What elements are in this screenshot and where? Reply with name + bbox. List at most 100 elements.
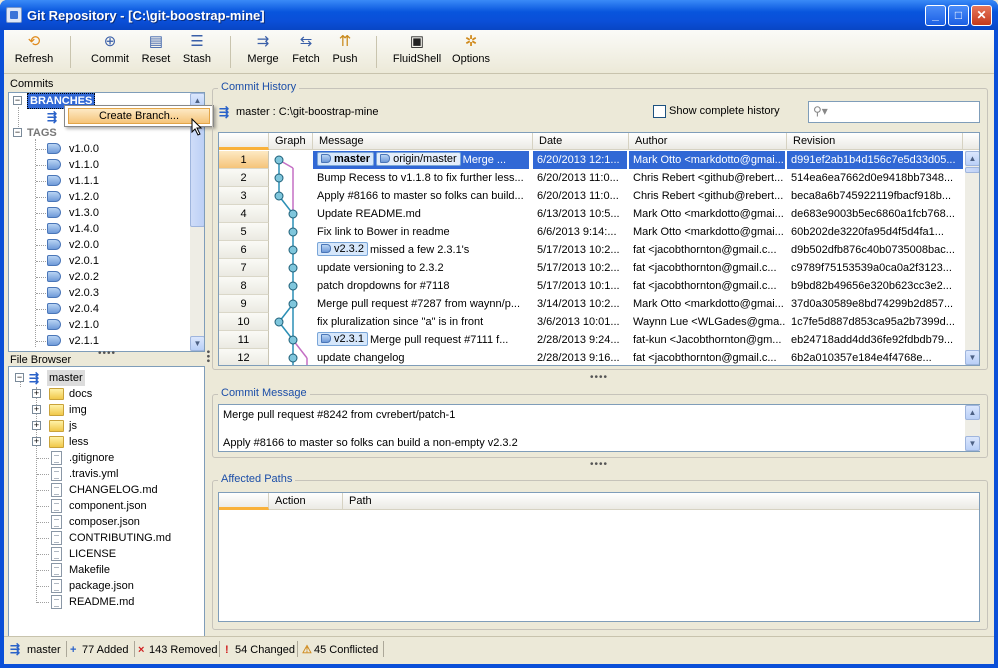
row-number: 4 bbox=[219, 205, 269, 223]
table-row[interactable]: 9 Merge pull request #7287 from waynn/p..… bbox=[219, 295, 965, 313]
message-text: Merge pull request #7287 from waynn/p... bbox=[317, 298, 521, 310]
stash-button[interactable]: ☰ Stash bbox=[180, 32, 214, 72]
push-button[interactable]: ⇈ Push bbox=[330, 32, 360, 72]
message-text: missed a few 2.3.1's bbox=[369, 244, 470, 256]
row-number: 10 bbox=[219, 313, 269, 331]
show-complete-history-checkbox[interactable] bbox=[653, 105, 666, 118]
tree-guide bbox=[36, 213, 46, 214]
author-cell: Mark Otto <markdotto@gmai... bbox=[629, 151, 785, 169]
table-row[interactable]: 2 Bump Recess to v1.1.8 to fix further le… bbox=[219, 169, 965, 187]
commits-tree[interactable]: − BRANCHES ⇶ − TAGS v1.0.0 v1.1.0 v1.1.1 v1… bbox=[8, 92, 205, 352]
commit-message-text[interactable]: Merge pull request #8242 from cvrebert/p… bbox=[218, 404, 980, 452]
action-column-header[interactable]: Action bbox=[269, 493, 343, 510]
file-browser-tree[interactable]: − ⇶ master + docs + img + js + less .gitignore.… bbox=[8, 366, 205, 658]
fetch-button[interactable]: ⇆ Fetch bbox=[290, 32, 322, 72]
folder-label: less bbox=[69, 436, 89, 448]
scroll-up-button[interactable]: ▲ bbox=[965, 405, 980, 420]
reset-icon: ▤ bbox=[148, 33, 164, 50]
expand-toggle[interactable]: + bbox=[32, 405, 41, 414]
graph-column-header[interactable]: Graph bbox=[269, 133, 313, 150]
close-button[interactable]: ✕ bbox=[971, 5, 992, 26]
scroll-up-button[interactable]: ▲ bbox=[965, 151, 979, 166]
splitter-handle[interactable]: •••• bbox=[98, 348, 116, 359]
toolbar-separator bbox=[70, 36, 71, 68]
revision-column-header[interactable]: Revision bbox=[787, 133, 963, 150]
tag-icon bbox=[47, 159, 61, 170]
scroll-down-button[interactable]: ▼ bbox=[965, 350, 979, 365]
minimize-button[interactable]: _ bbox=[925, 5, 946, 26]
message-column-header[interactable]: Message bbox=[313, 133, 533, 150]
toolbar-separator bbox=[230, 36, 231, 68]
collapse-toggle[interactable]: − bbox=[15, 373, 24, 382]
table-row[interactable]: 4 Update README.md 6/13/2013 10:5... Mark O… bbox=[219, 205, 965, 223]
date-column-header[interactable]: Date bbox=[533, 133, 629, 150]
row-number: 2 bbox=[219, 169, 269, 187]
merge-button[interactable]: ⇉ Merge bbox=[246, 32, 280, 72]
date-cell: 6/6/2013 9:14:... bbox=[537, 226, 617, 238]
table-row[interactable]: 1 master origin/master Merge ... 6/20/2013 1… bbox=[219, 151, 965, 169]
table-row[interactable]: 11 v2.3.1 Merge pull request #7111 f... 2/2… bbox=[219, 331, 965, 349]
folder-label: docs bbox=[69, 388, 93, 400]
title-bar[interactable]: Git Repository - [C:\git-boostrap-mine] … bbox=[0, 0, 998, 30]
file-icon bbox=[51, 451, 62, 465]
commits-panel-label: Commits bbox=[10, 78, 54, 90]
file-label: .gitignore bbox=[69, 452, 115, 464]
tree-guide bbox=[37, 490, 49, 491]
table-row[interactable]: 3 Apply #8166 to master so folks can buil… bbox=[219, 187, 965, 205]
splitter-handle[interactable]: •••• bbox=[590, 459, 608, 470]
commit-table[interactable]: Graph Message Date Author Revision 1 mast… bbox=[218, 132, 980, 366]
tag-icon bbox=[47, 239, 61, 250]
tag-label: v2.1.0 bbox=[69, 319, 99, 331]
maximize-button[interactable]: □ bbox=[948, 5, 969, 26]
expand-toggle[interactable]: + bbox=[32, 437, 41, 446]
tag-label: v1.3.0 bbox=[69, 207, 99, 219]
message-cell: patch dropdowns for #7118 bbox=[313, 277, 529, 295]
scroll-down-button[interactable]: ▼ bbox=[965, 436, 980, 451]
collapse-toggle[interactable]: − bbox=[13, 96, 22, 105]
table-row[interactable]: 5 Fix link to Bower in readme 6/6/2013 9:1… bbox=[219, 223, 965, 241]
author-cell: Mark Otto <markdotto@gmai... bbox=[633, 208, 784, 220]
commit-button[interactable]: ⊕ Commit bbox=[90, 32, 130, 72]
search-input[interactable]: ⚲▾ bbox=[808, 101, 980, 123]
history-scrollbar[interactable]: ▲ ▼ bbox=[965, 151, 979, 365]
path-column-header[interactable]: Path bbox=[343, 493, 979, 510]
table-row[interactable]: 7 update versioning to 2.3.2 5/17/2013 10:… bbox=[219, 259, 965, 277]
scroll-down-button[interactable]: ▼ bbox=[190, 336, 204, 351]
file-icon bbox=[51, 563, 62, 577]
row-number: 3 bbox=[219, 187, 269, 205]
message-text: patch dropdowns for #7118 bbox=[317, 280, 450, 292]
table-row[interactable]: 8 patch dropdowns for #7118 5/17/2013 10:1… bbox=[219, 277, 965, 295]
fluidshell-button[interactable]: ▣ FluidShell bbox=[392, 32, 442, 72]
author-cell: Mark Otto <markdotto@gmai... bbox=[633, 298, 784, 310]
message-cell: v2.3.2 missed a few 2.3.1's bbox=[313, 241, 529, 259]
scroll-thumb[interactable] bbox=[965, 167, 979, 173]
message-cell: Apply #8166 to master so folks can build… bbox=[313, 187, 529, 205]
table-row[interactable]: 6 v2.3.2 missed a few 2.3.1's 5/17/2013 10:… bbox=[219, 241, 965, 259]
collapse-toggle[interactable]: − bbox=[13, 128, 22, 137]
expand-toggle[interactable]: + bbox=[32, 421, 41, 430]
tree-guide bbox=[36, 341, 46, 342]
author-column-header[interactable]: Author bbox=[629, 133, 787, 150]
app-icon bbox=[6, 7, 22, 23]
affected-paths-table[interactable]: Action Path bbox=[218, 492, 980, 622]
splitter-handle[interactable]: •••• bbox=[590, 372, 608, 383]
message-text: Merge ... bbox=[462, 154, 507, 166]
row-number: 9 bbox=[219, 295, 269, 313]
status-bar: ⇶ master + 77 Added × 143 Removed ! 54 C… bbox=[4, 636, 994, 660]
window-title: Git Repository - [C:\git-boostrap-mine] bbox=[27, 8, 265, 23]
table-row[interactable]: 10 fix pluralization since "a" is in fron… bbox=[219, 313, 965, 331]
message-scrollbar[interactable]: ▲ ▼ bbox=[965, 405, 980, 451]
date-cell: 6/20/2013 11:0... bbox=[537, 172, 619, 184]
tag-icon bbox=[47, 143, 61, 154]
message-cell: update versioning to 2.3.2 bbox=[313, 259, 529, 277]
expand-toggle[interactable]: + bbox=[32, 389, 41, 398]
folder-icon bbox=[49, 436, 64, 448]
table-row[interactable]: 12 update changelog 2/28/2013 9:16... fat <… bbox=[219, 349, 965, 365]
revision-cell: eb24718add4dd36fe92fdbdb79... bbox=[791, 334, 954, 346]
options-button[interactable]: ✲ Options bbox=[450, 32, 492, 72]
refresh-button[interactable]: ⟲ Refresh bbox=[12, 32, 56, 72]
reset-button[interactable]: ▤ Reset bbox=[138, 32, 174, 72]
branch-icon: ⇶ bbox=[219, 105, 230, 119]
badge-label: v2.3.1 bbox=[334, 333, 364, 345]
create-branch-menu-item[interactable]: Create Branch... bbox=[68, 108, 210, 124]
